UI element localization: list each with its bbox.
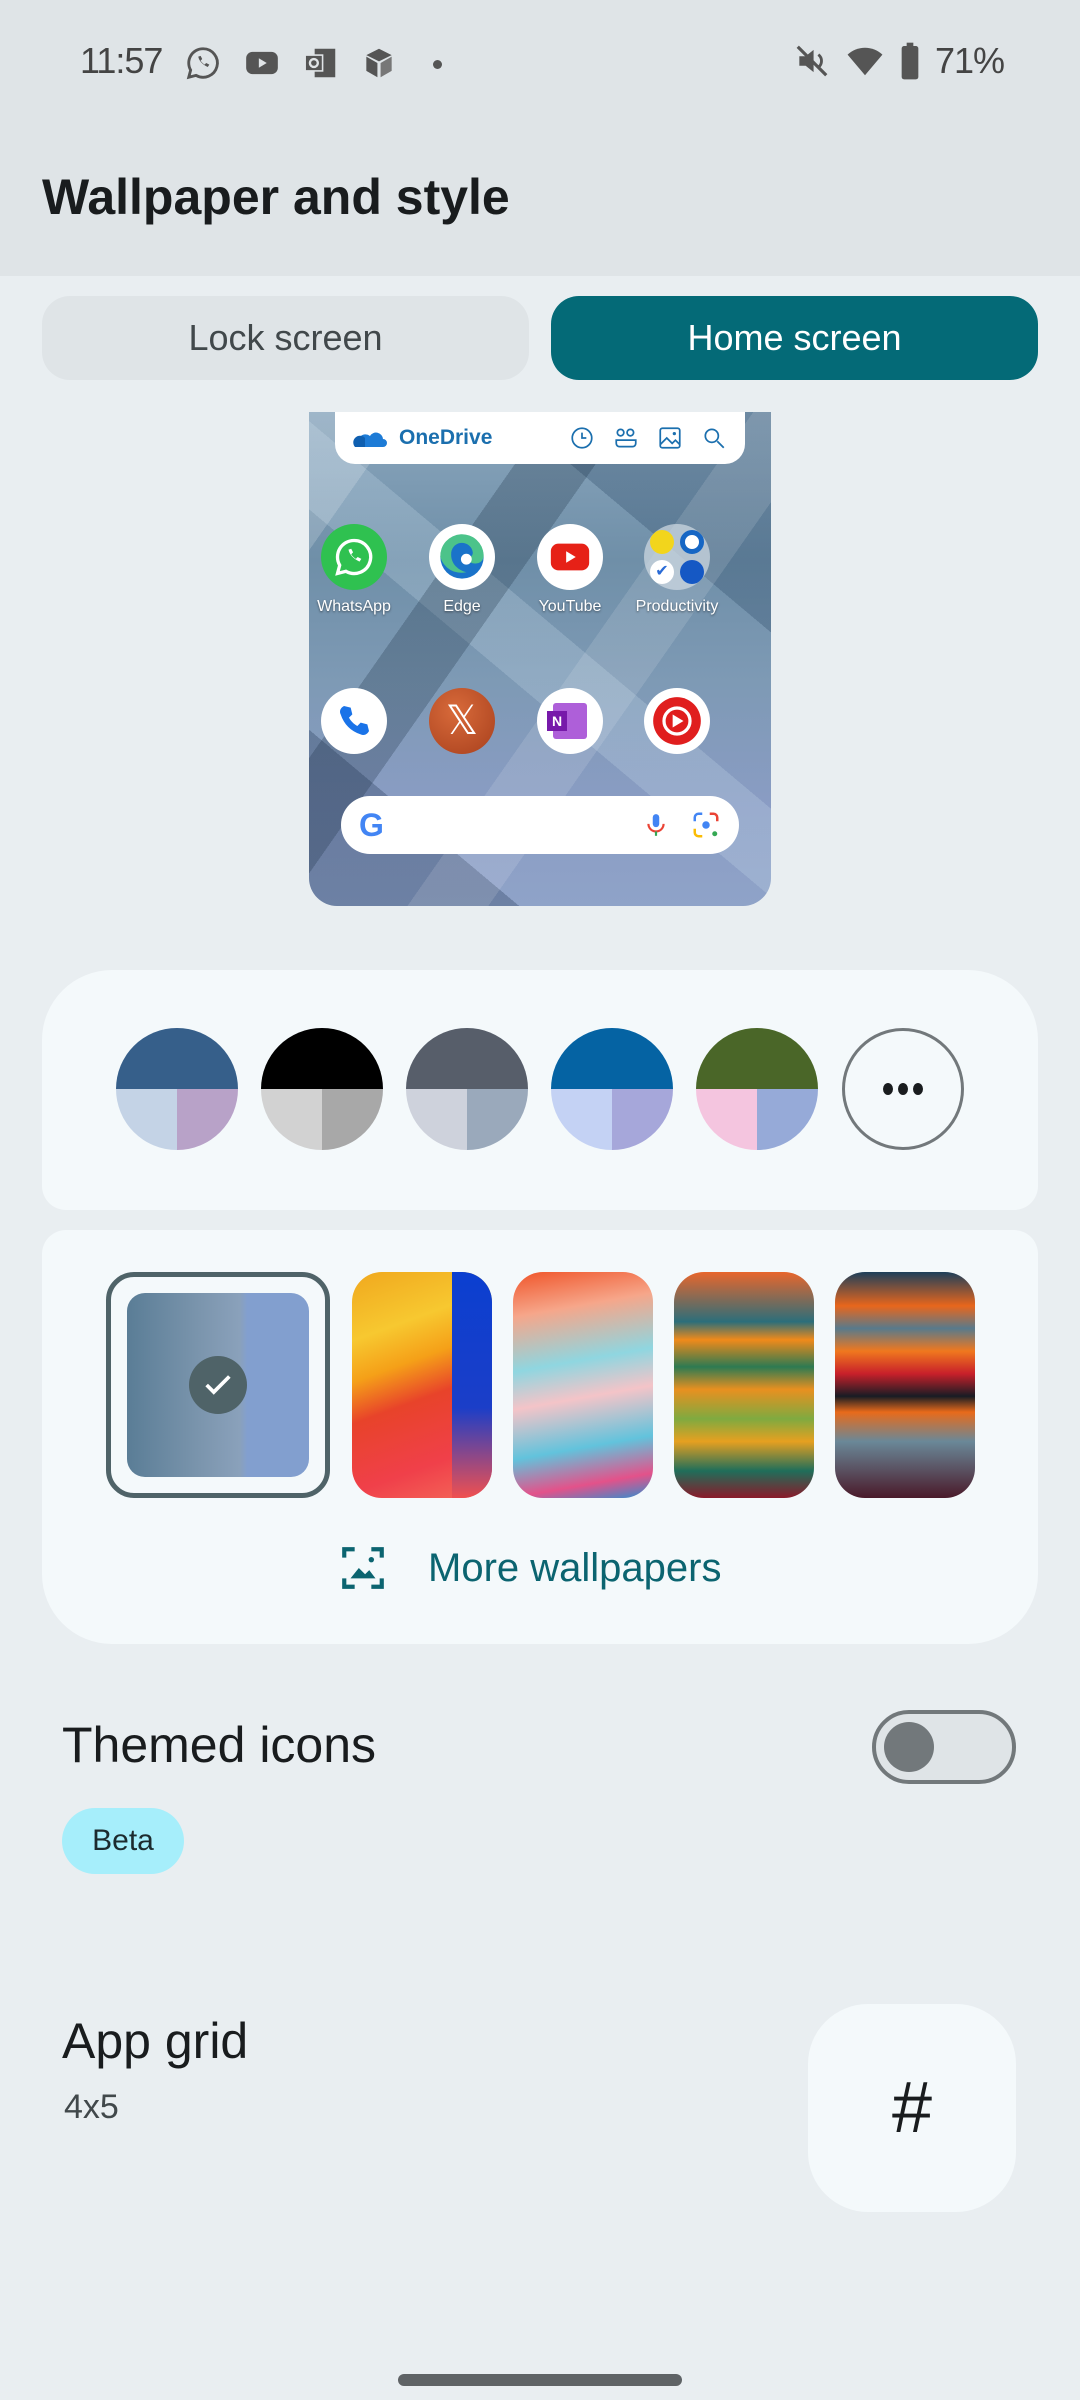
recent-icon [571,427,593,449]
onedrive-cloud-icon [353,432,387,447]
app-youtube: YouTube [515,524,625,616]
folder-productivity: ✔ Productivity [622,524,732,616]
more-wallpapers-label: More wallpapers [428,1545,722,1590]
tab-home-screen[interactable]: Home screen [551,296,1038,380]
app-grid-value: 4x5 [64,2088,119,2126]
clock: 11:57 [80,40,163,81]
more-wallpapers-button[interactable]: More wallpapers [338,1542,721,1594]
app-phone [309,688,409,754]
youtube-music-app-icon [644,688,710,754]
color-swatch[interactable] [406,1028,528,1150]
grid-icon: # [891,2068,933,2148]
outlook-icon [304,48,336,78]
wallpaper-image [127,1293,309,1477]
app-label: Productivity [635,598,719,615]
mic-icon [647,814,665,836]
app-label: WhatsApp [317,598,391,615]
google-search-bar: G [341,796,739,854]
phone-app-icon [321,688,387,754]
app-x: 𝕏 [407,688,517,754]
onedrive-widget: OneDrive [335,412,745,464]
status-bar: 11:57 71% [0,0,1080,128]
dot-icon [898,1083,908,1095]
beta-badge: Beta [62,1808,184,1874]
wallpaper-thumbnail[interactable] [835,1272,975,1498]
color-swatch[interactable] [551,1028,673,1150]
app-label: Edge [443,598,481,615]
app-onenote: N [515,688,625,754]
check-icon [189,1356,247,1414]
color-swatch[interactable] [696,1028,818,1150]
wallpaper-icon [342,1547,384,1589]
wallpaper-thumbnail[interactable] [513,1272,653,1498]
screen-tabs: Lock screen Home screen [42,296,1038,380]
tab-lock-screen[interactable]: Lock screen [42,296,529,380]
battery-percent: 71% [934,40,1005,81]
onenote-app-icon: N [537,688,603,754]
themed-icons-label: Themed icons [62,1717,377,1773]
app-grid-button[interactable]: # [808,2004,1016,2212]
home-screen-preview[interactable]: OneDrive WhatsApp Edge YouTube ✔ Product… [309,412,771,906]
lens-icon [693,812,719,838]
color-swatch[interactable] [261,1028,383,1150]
toggle-knob [884,1722,934,1772]
page-title: Wallpaper and style [42,169,510,225]
people-icon [615,428,637,448]
onedrive-label: OneDrive [399,426,493,449]
more-notifications-dot [433,60,442,69]
x-app-icon: 𝕏 [429,688,495,754]
battery-icon [901,42,919,80]
wallpaper-thumbnail-selected[interactable] [106,1272,330,1498]
whatsapp-app-icon [321,524,387,590]
folder-icon: ✔ [644,524,710,590]
youtube-app-icon [537,524,603,590]
wallpaper-thumbnail[interactable] [352,1272,492,1498]
app-edge: Edge [407,524,517,616]
themed-icons-toggle[interactable] [872,1710,1016,1784]
dot-icon [913,1083,923,1095]
dot-icon [883,1083,893,1095]
photo-icon [659,427,681,449]
app-grid-label: App grid [62,2013,249,2069]
app-youtube-music [622,688,732,754]
box-icon [366,48,392,78]
mute-icon [796,45,828,77]
search-icon [704,428,725,449]
color-swatch[interactable] [116,1028,238,1150]
google-icon: G [359,806,384,843]
app-label: YouTube [538,598,602,615]
more-colors-button[interactable] [842,1028,964,1150]
wallpaper-thumbnail[interactable] [674,1272,814,1498]
wifi-icon [847,47,883,76]
app-whatsapp: WhatsApp [309,524,409,616]
whatsapp-icon [186,47,219,80]
home-gesture-bar[interactable] [398,2374,682,2386]
edge-app-icon [429,524,495,590]
youtube-icon [246,51,278,75]
